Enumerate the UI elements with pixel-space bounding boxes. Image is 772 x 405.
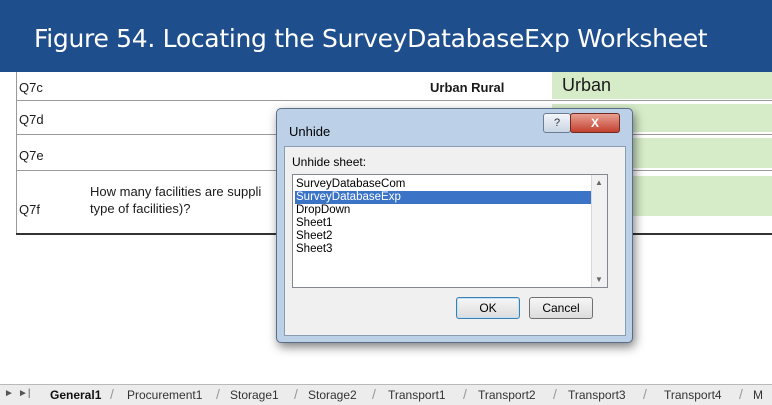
scroll-up-icon[interactable]: ▲ bbox=[595, 178, 603, 187]
urban-value[interactable]: Urban bbox=[562, 75, 611, 96]
figure-title: Figure 54. Locating the SurveyDatabaseEx… bbox=[34, 24, 708, 53]
question-text-line2: type of facilities)? bbox=[90, 201, 191, 216]
close-button[interactable]: X bbox=[570, 113, 620, 133]
question-text-line1: How many facilities are suppli bbox=[90, 184, 262, 199]
tab-separator: / bbox=[372, 386, 376, 402]
grid-row-line bbox=[16, 100, 772, 101]
tab-separator: / bbox=[553, 386, 557, 402]
tab-transport3[interactable]: Transport3 bbox=[568, 388, 626, 402]
ok-button[interactable]: OK bbox=[456, 297, 520, 319]
dialog-body: Unhide sheet: SurveyDatabaseCom SurveyDa… bbox=[284, 146, 626, 336]
grid-left-border bbox=[16, 72, 17, 233]
unhide-dialog: Unhide ? X Unhide sheet: SurveyDatabaseC… bbox=[276, 108, 633, 343]
tab-separator: / bbox=[643, 386, 647, 402]
list-item[interactable]: Sheet2 bbox=[295, 230, 596, 243]
dialog-titlebar[interactable]: Unhide ? X bbox=[277, 109, 632, 143]
row-label-q7f: Q7f bbox=[19, 202, 40, 217]
tab-transport2[interactable]: Transport2 bbox=[478, 388, 536, 402]
list-item[interactable]: Sheet1 bbox=[295, 217, 596, 230]
help-button[interactable]: ? bbox=[543, 113, 571, 133]
tab-procurement1[interactable]: Procurement1 bbox=[127, 388, 202, 402]
row-label-q7e: Q7e bbox=[19, 148, 44, 163]
tab-transport4[interactable]: Transport4 bbox=[664, 388, 722, 402]
tab-truncated[interactable]: M bbox=[753, 388, 763, 402]
tab-separator: / bbox=[216, 386, 220, 402]
tab-separator: / bbox=[110, 386, 114, 402]
tab-scroll-last-icon[interactable]: ►| bbox=[18, 388, 31, 399]
row-label-q7d: Q7d bbox=[19, 112, 44, 127]
urban-rural-label: Urban Rural bbox=[430, 80, 505, 95]
scroll-down-icon[interactable]: ▼ bbox=[595, 275, 603, 284]
list-item[interactable]: SurveyDatabaseCom bbox=[295, 178, 596, 191]
row-label-q7c: Q7c bbox=[19, 80, 43, 95]
tab-separator: / bbox=[463, 386, 467, 402]
tab-separator: / bbox=[294, 386, 298, 402]
dialog-title: Unhide bbox=[289, 124, 331, 139]
figure-banner: Figure 54. Locating the SurveyDatabaseEx… bbox=[0, 0, 772, 72]
list-item-selected[interactable]: SurveyDatabaseExp bbox=[295, 191, 596, 204]
list-item[interactable]: DropDown bbox=[295, 204, 596, 217]
list-item[interactable]: Sheet3 bbox=[295, 243, 596, 256]
tab-separator: / bbox=[739, 386, 743, 402]
tab-storage2[interactable]: Storage2 bbox=[308, 388, 357, 402]
tab-storage1[interactable]: Storage1 bbox=[230, 388, 279, 402]
sheet-tab-bar: ► ►| General1 / Procurement1 / Storage1 … bbox=[0, 384, 772, 405]
tab-general1[interactable]: General1 bbox=[50, 388, 101, 402]
cancel-button[interactable]: Cancel bbox=[529, 297, 593, 319]
listbox-scrollbar[interactable]: ▲ ▼ bbox=[591, 175, 607, 287]
unhide-sheet-label: Unhide sheet: bbox=[292, 155, 367, 169]
tab-scroll-next-icon[interactable]: ► bbox=[4, 388, 14, 399]
sheet-listbox[interactable]: SurveyDatabaseCom SurveyDatabaseExp Drop… bbox=[292, 174, 608, 288]
tab-transport1[interactable]: Transport1 bbox=[388, 388, 446, 402]
